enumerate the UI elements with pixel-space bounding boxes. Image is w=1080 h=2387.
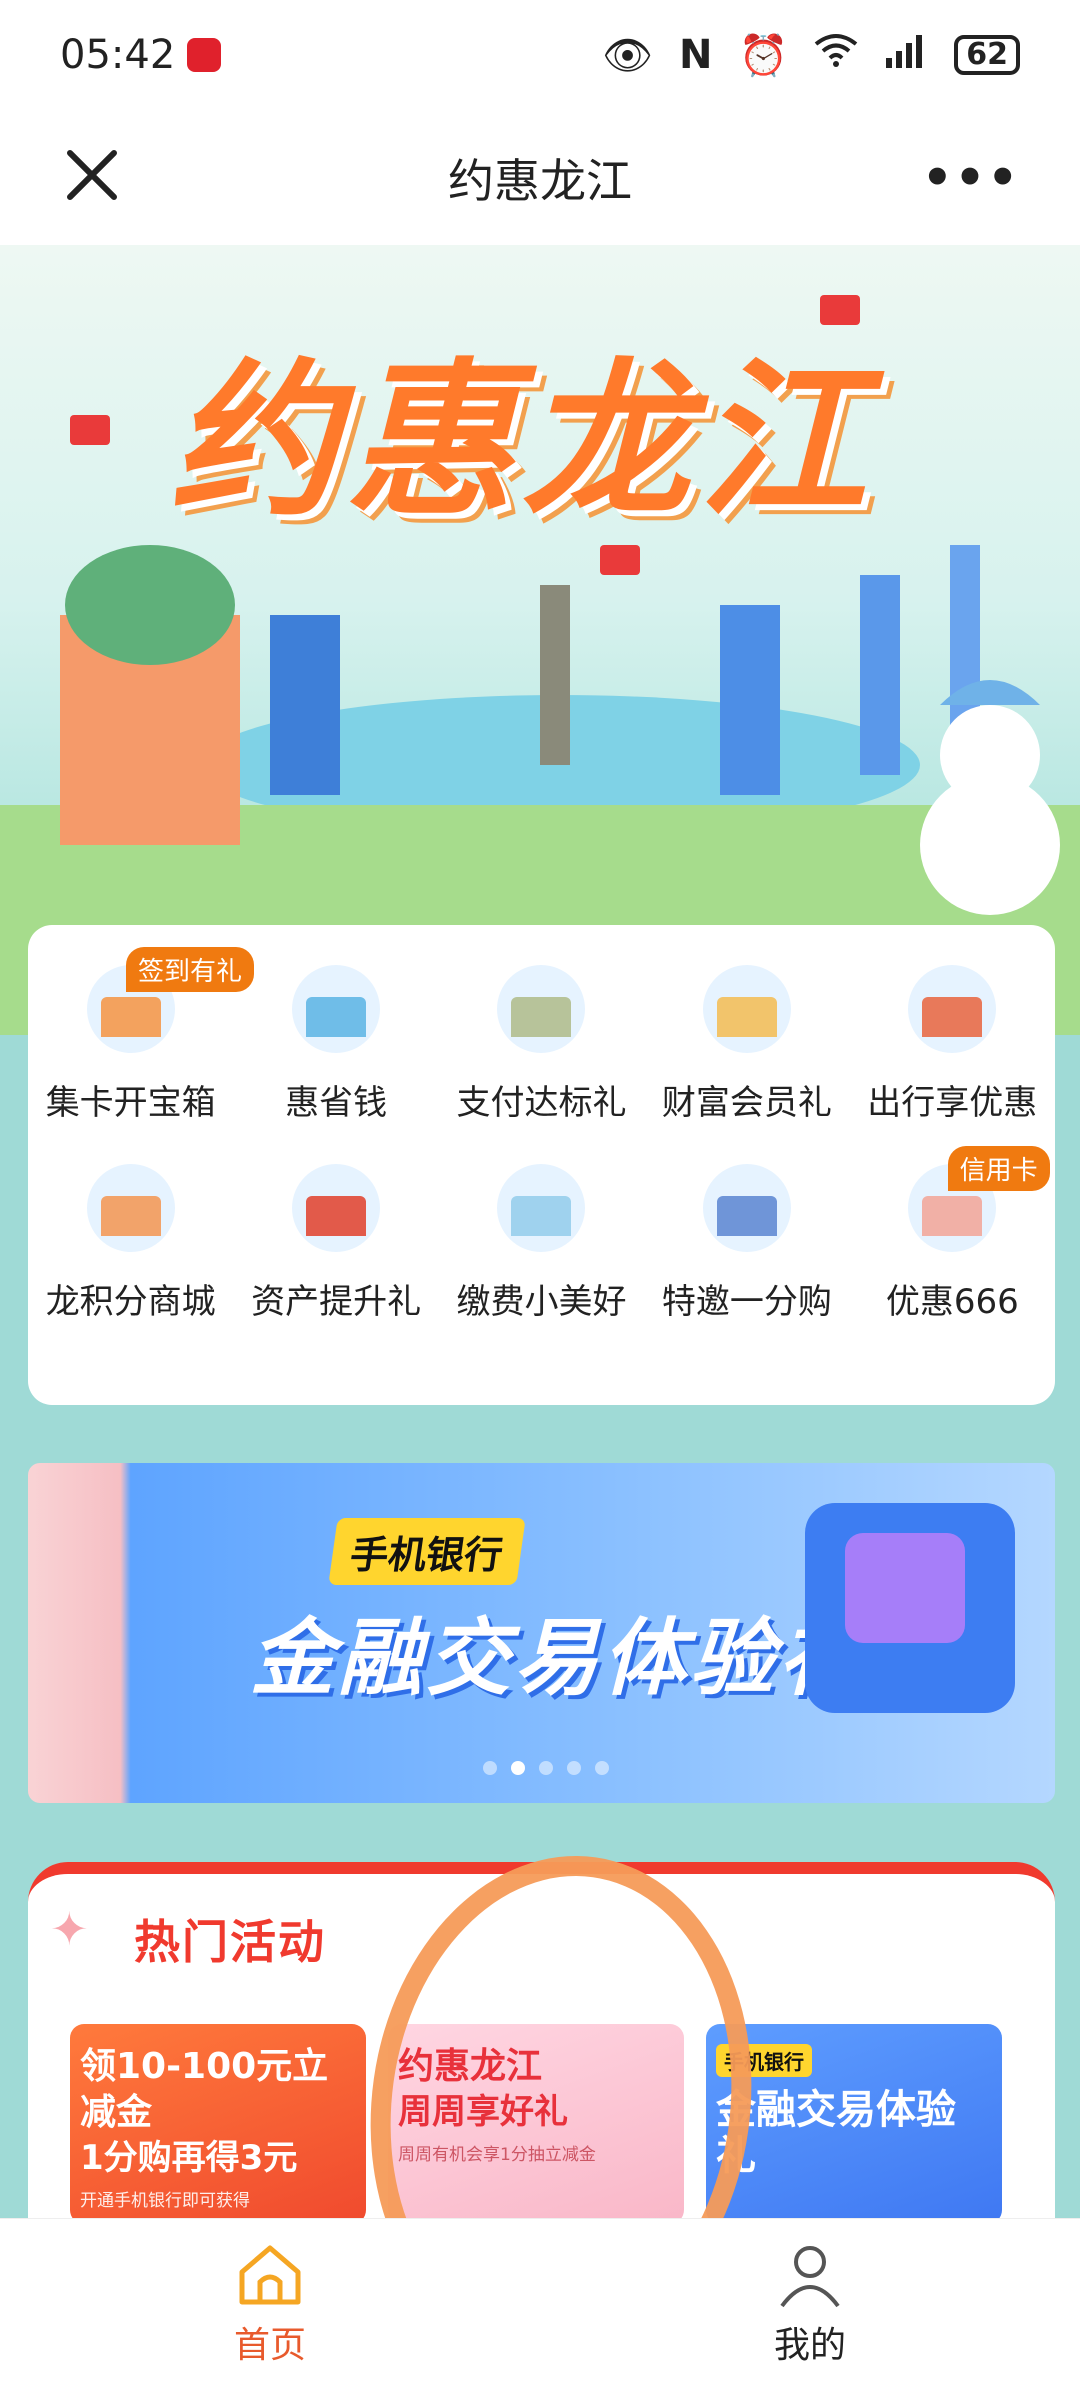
feature-grid-card: 签到有礼 集卡开宝箱 惠省钱 支付达标礼 财富会员礼 出行享优惠龙积分商城 资产提升礼 缴费小… <box>28 925 1055 1405</box>
carousel-dot[interactable] <box>567 1761 581 1775</box>
grid-item[interactable]: 龙积分商城 <box>28 1164 233 1323</box>
landmark-icon <box>497 965 586 1053</box>
nfc-icon: N <box>678 32 713 78</box>
grid-item-label: 特邀一分购 <box>661 1282 832 1322</box>
grid-item-label: 出行享优惠 <box>867 1083 1038 1123</box>
status-time: 05:42 <box>60 32 176 78</box>
feature-grid: 签到有礼 集卡开宝箱 惠省钱 支付达标礼 财富会员礼 出行享优惠龙积分商城 资产提升礼 缴费小… <box>28 947 1055 1323</box>
grid-item-label: 资产提升礼 <box>251 1282 422 1322</box>
grid-item-label: 龙积分商城 <box>45 1282 216 1322</box>
carousel-dot[interactable] <box>511 1761 525 1775</box>
card-line: 约惠龙江 <box>398 2046 543 2087</box>
card-tag: 手机银行 <box>716 2044 812 2077</box>
card-line: 领10-100元立减金 <box>80 2046 329 2133</box>
eye-icon: 👁 <box>602 32 653 79</box>
grid-item[interactable]: 资产提升礼 <box>233 1164 438 1323</box>
grid-item[interactable]: 财富会员礼 <box>644 965 849 1124</box>
section-title: 热门活动 <box>134 1915 326 1969</box>
wifi-icon <box>814 32 858 78</box>
landmark-icon <box>702 965 791 1053</box>
grid-item-label: 支付达标礼 <box>456 1083 627 1123</box>
app-page: 05:42 👁 N ⏰ 62 约惠龙江 ••• 约惠龙江 签到有礼 集卡开宝箱 … <box>0 0 1080 2387</box>
grid-item[interactable]: 特邀一分购 <box>644 1164 849 1323</box>
promo-carousel[interactable]: 手机银行 金融交易体验礼 <box>28 1463 1055 1803</box>
landmark-icon <box>292 965 381 1053</box>
landmark-icon <box>292 1164 381 1252</box>
alarm-icon: ⏰ <box>738 32 789 79</box>
battery-icon: 62 <box>954 35 1020 75</box>
carousel-dot[interactable] <box>483 1761 497 1775</box>
banner-title: 金融交易体验礼 <box>250 1609 867 1707</box>
tab-profile[interactable]: 我的 <box>540 2219 1080 2387</box>
grid-badge: 信用卡 <box>947 1146 1050 1191</box>
grid-item[interactable]: 缴费小美好 <box>439 1164 644 1323</box>
card-line: 金融交易体验礼 <box>716 2087 956 2179</box>
top-nav-bar: 约惠龙江 ••• <box>0 110 1080 245</box>
card-subtitle: 周周有机会享1分抽立减金 <box>398 2145 596 2165</box>
page-title: 约惠龙江 <box>448 153 632 208</box>
banner-tag: 手机银行 <box>328 1518 526 1585</box>
user-icon <box>774 2238 846 2310</box>
grid-item[interactable]: 签到有礼 集卡开宝箱 <box>28 947 255 1124</box>
landmark-icon <box>908 965 997 1053</box>
grid-item-label: 优惠666 <box>885 1282 1019 1322</box>
tab-label: 首页 <box>233 2325 306 2366</box>
hero-banner: 约惠龙江 <box>0 245 1080 1035</box>
app-notification-icon <box>187 38 222 72</box>
status-icons: 👁 N ⏰ 62 <box>602 32 1020 79</box>
grid-item-label: 缴费小美好 <box>456 1282 627 1322</box>
activity-card[interactable]: 约惠龙江 周周享好礼 周周有机会享1分抽立减金 <box>388 2024 684 2224</box>
close-icon[interactable] <box>62 145 126 209</box>
tab-label: 我的 <box>773 2325 846 2366</box>
bottom-tab-bar: 首页 我的 <box>0 2218 1080 2387</box>
grid-item[interactable]: 信用卡优惠666 <box>850 1146 1055 1323</box>
landmark-icon <box>86 1164 175 1252</box>
landmark-icon <box>702 1164 791 1252</box>
landmark-icon <box>497 1164 586 1252</box>
grid-item[interactable]: 出行享优惠 <box>850 965 1055 1124</box>
hero-title: 约惠龙江 <box>170 343 874 539</box>
activity-card[interactable]: 领10-100元立减金 1分购再得3元 开通手机银行即可获得 <box>70 2024 366 2224</box>
carousel-dots <box>483 1761 609 1775</box>
grid-item-label: 惠省钱 <box>285 1083 388 1123</box>
signal-icon <box>884 32 928 78</box>
grid-item-label: 财富会员礼 <box>661 1083 832 1123</box>
home-icon <box>234 2238 306 2310</box>
sparkle-icon: ✦ <box>50 1902 89 1956</box>
activity-cards: 领10-100元立减金 1分购再得3元 开通手机银行即可获得 约惠龙江 周周享好… <box>70 2024 1002 2224</box>
carousel-dot[interactable] <box>595 1761 609 1775</box>
card-subtitle: 开通手机银行即可获得 <box>80 2191 250 2211</box>
more-options-icon[interactable]: ••• <box>922 150 1020 206</box>
activity-card[interactable]: 手机银行 金融交易体验礼 <box>706 2024 1002 2224</box>
status-bar: 05:42 👁 N ⏰ 62 <box>0 0 1080 110</box>
card-line: 周周享好礼 <box>398 2092 568 2132</box>
gift-box-icon <box>805 1503 1015 1713</box>
grid-item[interactable]: 支付达标礼 <box>439 965 644 1124</box>
tab-home[interactable]: 首页 <box>0 2219 540 2387</box>
grid-item[interactable]: 惠省钱 <box>233 965 438 1124</box>
carousel-dot[interactable] <box>539 1761 553 1775</box>
grid-item-label: 集卡开宝箱 <box>45 1083 216 1123</box>
card-line: 1分购再得3元 <box>80 2138 298 2178</box>
